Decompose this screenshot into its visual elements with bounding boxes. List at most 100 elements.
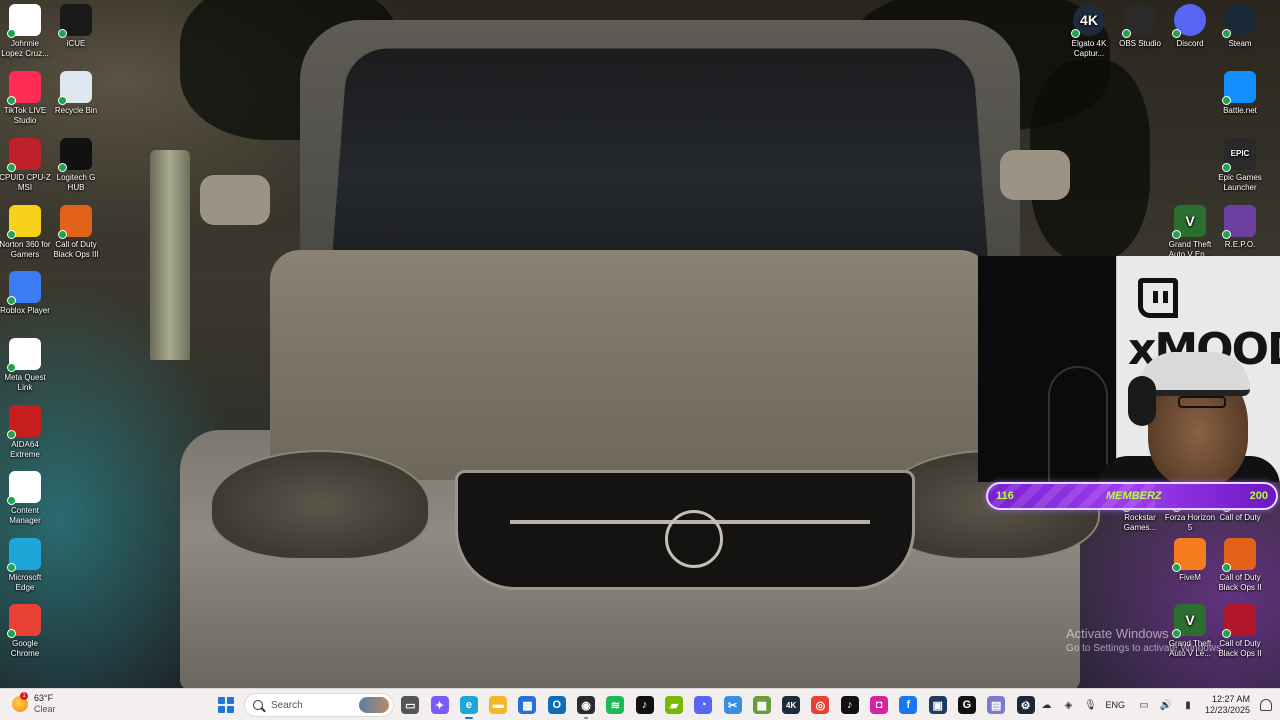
weather-badge: 1 [20, 692, 28, 700]
taskbar-outlook-button[interactable]: O [544, 692, 570, 718]
desktop-shortcut[interactable]: Recycle Bin [50, 71, 102, 116]
desktop-shortcut[interactable]: Meta Quest Link [0, 338, 51, 393]
search-icon [253, 700, 263, 710]
desktop-shortcut[interactable]: OBS Studio [1114, 4, 1166, 49]
desktop-shortcut-label: TikTok LIVE Studio [3, 106, 47, 125]
roblox-icon [7, 271, 41, 305]
desktop-shortcut-label: Rockstar Games... [1123, 513, 1157, 532]
taskbar-notepad-button[interactable]: ▤ [983, 692, 1009, 718]
desktop-shortcut[interactable]: Norton 360 for Gamers [0, 205, 51, 260]
desktop-shortcut[interactable]: Google Chrome [0, 604, 51, 659]
taskbar: 1 63°F Clear Search ▭ ✦ e ▬ ▦ O ◉ ≋ ♪ ▰ ◔ ✂ ▩ 4K ◎ ♪ ◘ f ▣… [0, 688, 1280, 720]
edge-icon [7, 538, 41, 572]
taskbar-obs-button[interactable]: ◉ [573, 692, 599, 719]
desktop-shortcut[interactable]: V Grand Theft Auto V En... [1164, 205, 1216, 260]
sync-check-icon [1172, 563, 1181, 572]
desktop-shortcut[interactable]: CPUID CPU-Z MSI [0, 138, 51, 193]
file-explorer-icon: ▬ [489, 696, 508, 714]
notification-bell-icon[interactable] [1260, 699, 1272, 711]
tiktok-icon: ♪ [635, 696, 654, 714]
sync-check-icon [7, 296, 16, 305]
taskbar-chrome-button[interactable]: ◎ [807, 692, 833, 718]
chevron-up-icon[interactable]: ⌃ [1015, 696, 1033, 714]
desktop-shortcut[interactable]: 4K Elgato 4K Captur... [1063, 4, 1115, 59]
battery-icon[interactable]: ▮ [1179, 696, 1197, 714]
battlenet-icon [1222, 71, 1256, 105]
member-goal-target: 200 [1249, 490, 1268, 502]
sync-check-icon [7, 430, 16, 439]
desktop-shortcut[interactable]: Logitech G HUB [50, 138, 102, 193]
desktop-shortcut-label: R.E.P.O. [1224, 240, 1256, 249]
taskbar-copilot-button[interactable]: ✦ [427, 692, 453, 718]
desktop-shortcut[interactable]: Johnnie Lopez Cruz... [0, 4, 51, 59]
desktop-shortcut[interactable]: Roblox Player [0, 271, 51, 316]
taskbar-nvidia-button[interactable]: ▰ [661, 692, 687, 718]
taskbar-tiktok-button[interactable]: ♪ [632, 692, 658, 718]
desktop-shortcut-label: Elgato 4K Captur... [1071, 39, 1107, 58]
minecraft-icon: ▩ [752, 696, 771, 714]
sync-check-icon [7, 496, 16, 505]
clock[interactable]: 12:27 AM 12/23/2025 [1205, 694, 1250, 716]
weather-widget[interactable]: 1 63°F Clear [12, 692, 56, 715]
taskbar-file-explorer-button[interactable]: ▬ [485, 692, 511, 718]
taskbar-discord-button[interactable]: ◔ [690, 692, 716, 718]
taskbar-edge-button[interactable]: e [456, 692, 482, 719]
obs-icon [1122, 4, 1156, 38]
sync-check-icon [7, 629, 16, 638]
desktop-shortcut[interactable]: Call of Duty Black Ops III [50, 205, 102, 260]
desktop-shortcut-label: Epic Games Launcher [1218, 173, 1262, 192]
tiktok-studio-icon: ♪ [840, 696, 859, 714]
taskbar-search[interactable]: Search [244, 693, 394, 717]
start-button[interactable] [214, 693, 238, 717]
desktop-shortcut[interactable]: Steam [1214, 4, 1266, 49]
chrome-icon: ◎ [811, 696, 830, 714]
taskbar-snipping-tool-button[interactable]: ✂ [720, 692, 746, 718]
desktop-shortcut[interactable]: Call of Duty Black Ops II [1214, 538, 1266, 593]
taskbar-logitech-g-button[interactable]: G [954, 692, 980, 718]
logitech-g-icon: G [957, 696, 976, 714]
network-icon[interactable]: ▭ [1135, 696, 1153, 714]
volume-icon[interactable]: 🔊 [1157, 696, 1175, 714]
outlook-icon: O [547, 696, 566, 714]
desktop-shortcut[interactable]: AIDA64 Extreme [0, 405, 51, 460]
taskbar-elgato-stream-button[interactable]: ▣ [925, 692, 951, 718]
watermark-title: Activate Windows [1066, 626, 1169, 641]
system-tray: ⌃ ☁ ◈ 🎙 ENG ▭ 🔊 ▮ 12:27 AM 12/23/2025 [1011, 689, 1272, 720]
onedrive-icon[interactable]: ☁ [1037, 696, 1055, 714]
sync-check-icon [7, 230, 16, 239]
taskbar-minecraft-button[interactable]: ▩ [749, 692, 775, 718]
content-manager-icon [7, 471, 41, 505]
fivem-icon [1172, 538, 1206, 572]
taskbar-spotify-button[interactable]: ≋ [602, 692, 628, 718]
taskbar-facebook-button[interactable]: f [895, 692, 921, 718]
security-icon[interactable]: ◈ [1059, 696, 1077, 714]
language-indicator[interactable]: ENG [1105, 700, 1125, 710]
desktop-shortcut-label: Logitech G HUB [56, 173, 96, 192]
desktop-shortcut[interactable]: TikTok LIVE Studio [0, 71, 51, 126]
weather-condition: Clear [34, 704, 56, 714]
desktop-shortcut[interactable]: Content Manager [0, 471, 51, 526]
desktop-shortcut[interactable]: EPIC Epic Games Launcher [1214, 138, 1266, 193]
desktop-shortcut[interactable]: Discord [1164, 4, 1216, 49]
edge-icon: e [459, 696, 478, 714]
desktop-shortcut-label: OBS Studio [1119, 39, 1161, 48]
taskbar-tiktok-studio-button[interactable]: ♪ [837, 692, 863, 718]
desktop-shortcut-label: Forza Horizon 5 [1164, 513, 1216, 532]
desktop-shortcut[interactable]: Battle.net [1214, 71, 1266, 116]
taskbar-task-view-button[interactable]: ▭ [397, 692, 423, 718]
desktop-shortcut[interactable]: R.E.P.O. [1214, 205, 1266, 250]
notepad-icon: ▤ [987, 696, 1006, 714]
icue-icon [58, 4, 92, 38]
taskbar-instagram-button[interactable]: ◘ [866, 692, 892, 718]
desktop-shortcut[interactable]: FiveM [1164, 538, 1216, 583]
search-placeholder: Search [271, 699, 303, 711]
facebook-icon: f [899, 696, 918, 714]
desktop-shortcut-label: Call of Duty Black Ops II [1218, 573, 1262, 592]
elgato-4k-icon: 4K [1071, 4, 1105, 38]
desktop-shortcut[interactable]: Microsoft Edge [0, 538, 51, 593]
gta-v-icon: V [1172, 205, 1206, 239]
taskbar-elgato-4k-button[interactable]: 4K [778, 692, 804, 718]
microphone-icon[interactable]: 🎙 [1081, 696, 1099, 714]
desktop-shortcut[interactable]: iCUE [50, 4, 102, 49]
taskbar-microsoft-store-button[interactable]: ▦ [514, 692, 540, 718]
